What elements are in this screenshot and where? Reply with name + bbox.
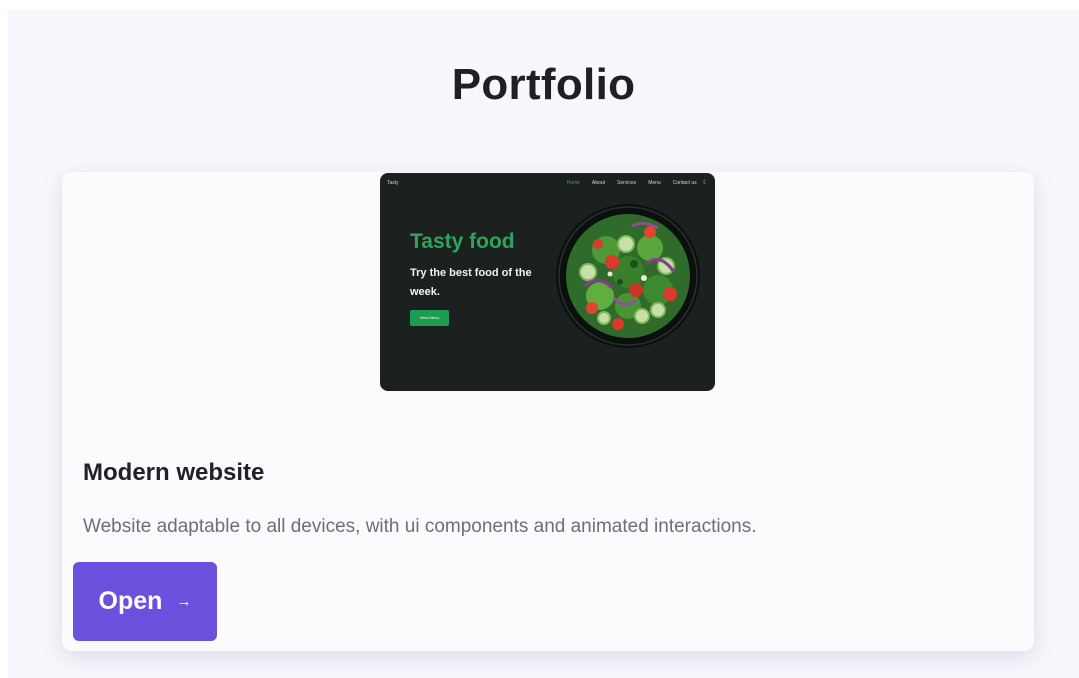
preview-nav-home: Home <box>566 179 580 186</box>
portfolio-section: Portfolio Tasty Home About Services Menu… <box>8 10 1079 678</box>
preview-nav-contact: Contact us <box>672 179 697 186</box>
arrow-right-icon: → <box>176 593 192 610</box>
project-preview-image: Tasty Home About Services Menu Contact u… <box>380 173 715 391</box>
project-description: Website adaptable to all devices, with u… <box>83 516 757 537</box>
preview-subheadline: Try the best food of the week. <box>410 267 532 298</box>
preview-nav-services: Services <box>617 179 637 186</box>
open-project-button[interactable]: Open → <box>73 562 217 641</box>
page-title: Portfolio <box>451 60 636 109</box>
preview-headline: Tasty food <box>410 230 515 253</box>
preview-nav: Home About Services Menu Contact us ☾ <box>555 179 708 187</box>
preview-nav-menu: Menu <box>648 179 661 186</box>
moon-icon: ☾ <box>702 180 708 186</box>
preview-logo: Tasty <box>387 180 399 186</box>
project-card: Tasty Home About Services Menu Contact u… <box>62 172 1034 651</box>
preview-view-menu-button: View Menu <box>410 310 449 326</box>
salad-plate-image <box>556 204 700 348</box>
preview-nav-about: About <box>591 179 605 186</box>
project-title: Modern website <box>83 459 265 486</box>
open-button-label: Open <box>98 587 163 615</box>
